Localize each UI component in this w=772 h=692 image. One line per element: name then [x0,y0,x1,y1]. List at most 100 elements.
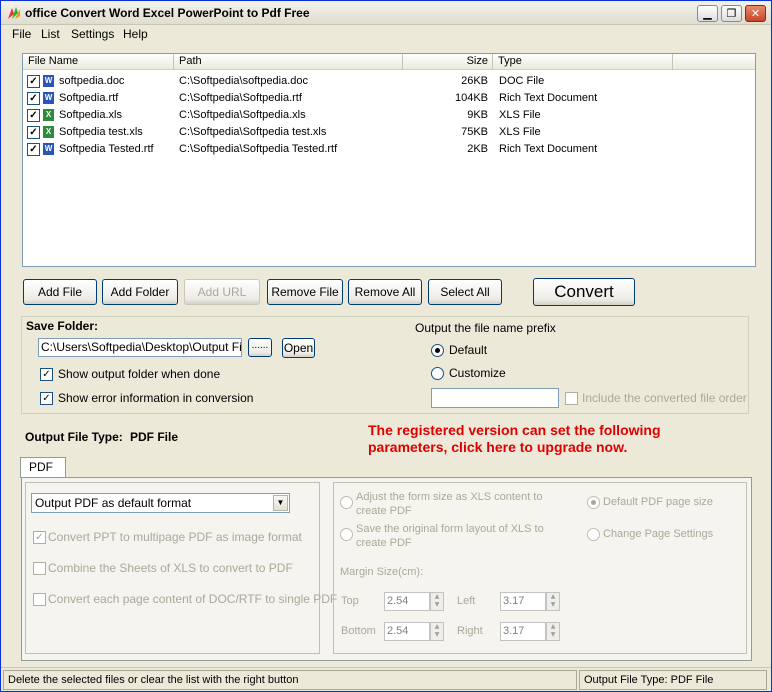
row-size: 9KB [467,109,488,121]
column-path[interactable]: Path [174,54,403,70]
default-size-label: Default PDF page size [603,496,714,508]
left-label: Left [457,595,476,607]
prefix-customize-radio[interactable] [431,367,444,380]
show-error-checkbox[interactable]: ✓ [40,392,53,405]
chevron-down-icon[interactable]: ▼ [273,495,288,511]
row-checkbox[interactable]: ✓ [27,109,40,122]
include-order-label: Include the converted file order [582,391,747,405]
combine-sheets-label: Combine the Sheets of XLS to convert to … [48,561,293,575]
upgrade-line-2: parameters, click here to upgrade now. [368,439,628,455]
menu-list[interactable]: List [41,27,60,41]
show-error-label: Show error information in conversion [58,391,254,405]
row-type: Rich Text Document [499,143,598,155]
status-bar: Delete the selected files or clear the l… [1,667,771,691]
save-folder-label: Save Folder: [26,319,99,333]
column-type[interactable]: Type [493,54,673,70]
prefix-default-label: Default [449,343,488,357]
save-layout-radio[interactable] [340,528,353,541]
top-label: Top [341,595,359,607]
row-file-name: softpedia.doc [59,75,125,87]
row-path: C:\Softpedia\Softpedia test.xls [179,126,327,138]
open-folder-button[interactable]: Open [282,338,315,358]
change-settings-label: Change Page Settings [603,528,714,540]
ppt-image-checkbox[interactable]: ✓ [33,531,46,544]
row-type: XLS File [499,109,541,121]
single-pdf-checkbox[interactable] [33,593,46,606]
table-row[interactable]: ✓ X Softpedia.xls C:\Softpedia\Softpedia.xl… [23,107,755,124]
row-type: XLS File [499,126,541,138]
save-folder-input[interactable]: C:\Users\Softpedia\Desktop\Output Files [38,338,242,357]
top-margin-spinner[interactable]: ▲ ▼ [430,592,444,611]
row-path: C:\Softpedia\Softpedia.xls [179,109,306,121]
minimize-caption-button[interactable]: ▁ [697,5,718,22]
left-margin-spinner[interactable]: ▲ ▼ [546,592,560,611]
save-layout-line-2: create PDF [356,537,412,549]
add-url-button[interactable]: Add URL [184,279,260,305]
adjust-form-label: Adjust the form size as XLS content to c… [356,490,542,518]
right-margin-spinner[interactable]: ▲ ▼ [546,622,560,641]
default-size-radio[interactable] [587,496,600,509]
adjust-form-radio[interactable] [340,496,353,509]
upgrade-line-1: The registered version can set the follo… [368,422,661,438]
row-size: 26KB [461,75,488,87]
combine-sheets-checkbox[interactable] [33,562,46,575]
select-all-button[interactable]: Select All [428,279,502,305]
column-size[interactable]: Size [403,54,493,70]
prefix-input[interactable] [431,388,559,408]
upgrade-link[interactable]: The registered version can set the follo… [368,422,661,456]
title-bar[interactable]: office Convert Word Excel PowerPoint to … [1,1,771,25]
remove-file-button[interactable]: Remove File [267,279,343,305]
menu-settings[interactable]: Settings [71,27,114,41]
prefix-customize-label: Customize [449,366,506,380]
table-row[interactable]: ✓ X Softpedia test.xls C:\Softpedia\Softped… [23,124,755,141]
row-checkbox[interactable]: ✓ [27,75,40,88]
table-row[interactable]: ✓ W Softpedia.rtf C:\Softpedia\Softpedia.rt… [23,90,755,107]
menu-file[interactable]: File [12,27,31,41]
remove-all-button[interactable]: Remove All [348,279,422,305]
include-order-checkbox[interactable] [565,392,578,405]
prefix-label: Output the file name prefix [415,321,556,335]
add-folder-button[interactable]: Add Folder [102,279,178,305]
tab-pdf[interactable]: PDF [20,457,66,478]
row-path: C:\Softpedia\Softpedia.rtf [179,92,302,104]
bottom-margin-spinner[interactable]: ▲ ▼ [430,622,444,641]
add-file-button[interactable]: Add File [23,279,97,305]
save-layout-line-1: Save the original form layout of XLS to [356,523,544,535]
close-icon: ✕ [750,7,761,20]
output-type-label: Output File Type: [25,430,123,444]
browse-button[interactable]: ...... [248,338,272,357]
status-message: Delete the selected files or clear the l… [3,670,577,690]
row-file-name: Softpedia.rtf [59,92,119,104]
top-margin-input[interactable]: 2.54 [384,592,430,611]
pdf-format-value: Output PDF as default format [35,496,192,510]
change-settings-radio[interactable] [587,528,600,541]
table-row[interactable]: ✓ Wsoftpedia.doc C:\Softpedia\softpedia.do… [23,73,755,90]
save-layout-label: Save the original form layout of XLS to … [356,522,544,550]
main-window: office Convert Word Excel PowerPoint to … [0,0,772,692]
row-file-name: Softpedia Tested.rtf [59,143,154,155]
row-checkbox[interactable]: ✓ [27,126,40,139]
excel-file-icon: X [43,126,54,138]
row-checkbox[interactable]: ✓ [27,143,40,156]
adjust-form-line-1: Adjust the form size as XLS content to [356,491,543,503]
left-margin-input[interactable]: 3.17 [500,592,546,611]
right-label: Right [457,625,483,637]
close-caption-button[interactable]: ✕ [745,5,766,22]
row-checkbox[interactable]: ✓ [27,92,40,105]
show-output-checkbox[interactable]: ✓ [40,368,53,381]
adjust-form-line-2: create PDF [356,505,412,517]
convert-button[interactable]: Convert [533,278,635,306]
ppt-image-label: Convert PPT to multipage PDF as image fo… [48,530,302,544]
pdf-format-select[interactable]: Output PDF as default format ▼ [31,493,290,513]
file-list[interactable]: File Name Path Size Type ✓ Wsoftpedia.doc… [22,53,756,267]
right-margin-input[interactable]: 3.17 [500,622,546,641]
column-file-name[interactable]: File Name [23,54,174,70]
row-size: 75KB [461,126,488,138]
status-output-type: Output File Type: PDF File [579,670,767,690]
restore-caption-button[interactable]: ❐ [721,5,742,22]
prefix-default-radio[interactable] [431,344,444,357]
bottom-margin-input[interactable]: 2.54 [384,622,430,641]
row-path: C:\Softpedia\softpedia.doc [179,75,309,87]
table-row[interactable]: ✓ W Softpedia Tested.rtf C:\Softpedia\Softp… [23,141,755,158]
menu-help[interactable]: Help [123,27,148,41]
